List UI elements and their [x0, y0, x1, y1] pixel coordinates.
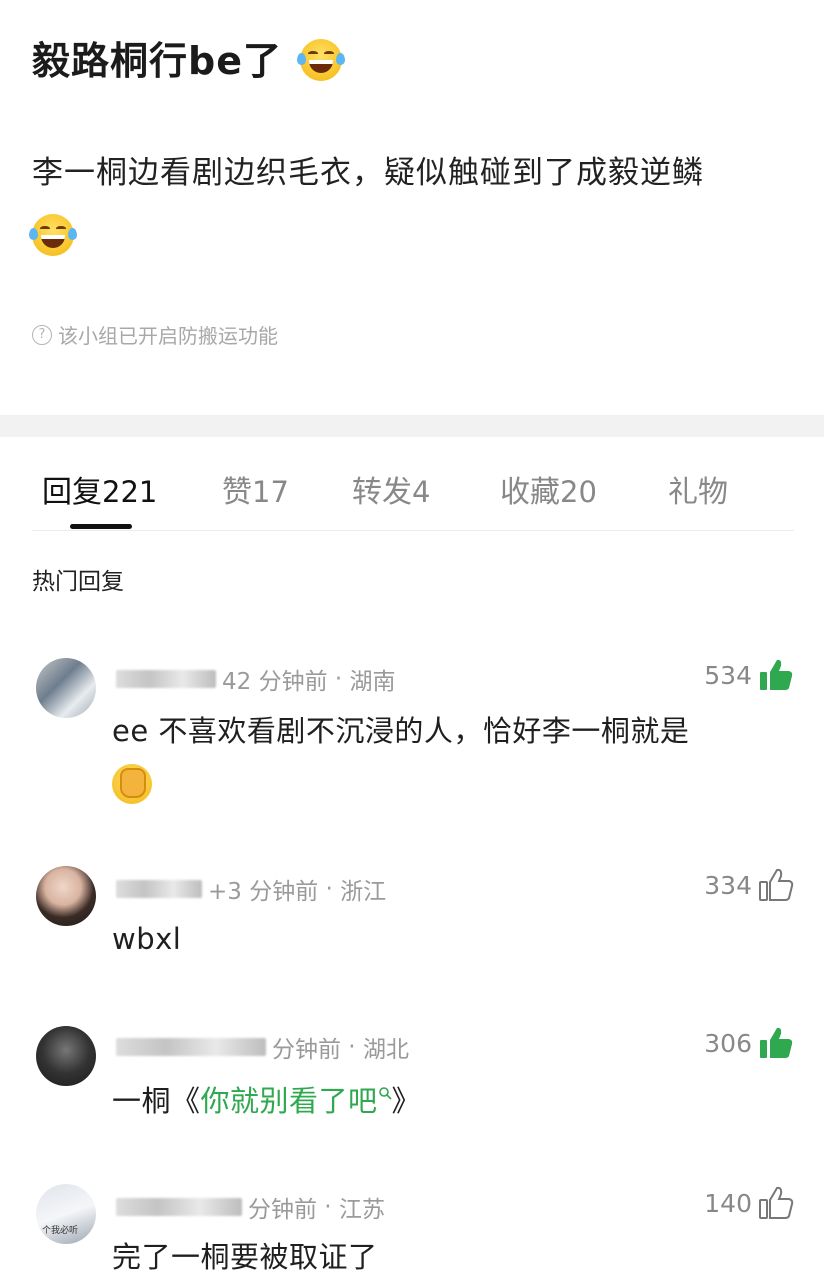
tab-label: 回复 [42, 475, 102, 510]
tab-likes[interactable]: 赞17 [222, 467, 289, 511]
tab-label: 转发 [352, 475, 412, 510]
username-redacted[interactable] [116, 1198, 242, 1216]
post-card: 毅路桐行be了 李一桐边看剧边织毛衣，疑似触碰到了成毅逆鳞 ? 该小组已开启防搬… [0, 0, 824, 415]
active-tab-indicator [70, 524, 132, 529]
meta-separator: · [318, 876, 341, 902]
tab-favorites[interactable]: 收藏20 [500, 467, 597, 511]
post-title-text: 毅路桐行be了 [32, 39, 282, 83]
tears-of-joy-emoji-icon [29, 213, 77, 256]
tab-gifts[interactable]: 礼物 [668, 467, 728, 511]
like-count: 334 [704, 870, 752, 900]
avatar-caption: 个我必听 [42, 1226, 79, 1236]
thumbs-up-outline-icon[interactable] [758, 1186, 794, 1220]
tab-count: 221 [102, 475, 158, 509]
comment-text-prefix: 一桐《 [112, 1084, 201, 1118]
post-title: 毅路桐行be了 [32, 30, 346, 85]
avatar[interactable] [36, 658, 96, 718]
section-divider [0, 415, 824, 437]
comment-meta: +3 分钟前 · 浙江 [116, 872, 386, 906]
tab-count: 20 [560, 475, 597, 509]
question-circle-icon: ? [32, 324, 52, 345]
notice-text: 该小组已开启防搬运功能 [58, 324, 278, 348]
interaction-tabs: 回复221 赞17 转发4 收藏20 礼物 [0, 437, 824, 532]
comment-text: ee 不喜欢看剧不沉浸的人，恰好李一桐就是 [112, 708, 689, 804]
like-control[interactable]: 334 [704, 868, 794, 902]
meta-separator: · [327, 666, 350, 692]
search-icon[interactable] [378, 1086, 392, 1100]
comment-meta: 分钟前 · 江苏 [116, 1190, 385, 1224]
comment-location: 江苏 [338, 1197, 385, 1223]
thumbs-up-filled-icon[interactable] [758, 658, 794, 692]
post-body-text: 李一桐边看剧边织毛衣，疑似触碰到了成毅逆鳞 [32, 155, 704, 191]
hot-replies-heading: 热门回复 [32, 569, 124, 595]
meta-separator: · [317, 1194, 339, 1220]
thumbs-up-outline-icon[interactable] [758, 868, 794, 902]
username-redacted[interactable] [116, 1038, 266, 1056]
tab-replies[interactable]: 回复221 [42, 467, 157, 511]
comment-meta: 42 分钟前 · 湖南 [116, 662, 396, 696]
like-count: 140 [704, 1188, 752, 1218]
comment-time: 42 分钟前 [222, 669, 328, 695]
like-control[interactable]: 140 [704, 1186, 794, 1220]
comment-text: wbxl [112, 922, 182, 956]
meta-separator: · [341, 1034, 363, 1060]
username-redacted[interactable] [116, 670, 216, 688]
comment-text: 一桐《你就别看了吧》 [112, 1078, 421, 1120]
avatar[interactable] [36, 866, 96, 926]
username-redacted[interactable] [116, 880, 202, 898]
comment-text: 完了一桐要被取证了 [112, 1240, 378, 1274]
comment-text-suffix: 》 [391, 1084, 422, 1118]
comment-location: 湖北 [362, 1037, 409, 1063]
tab-count: 17 [252, 475, 289, 509]
like-control[interactable]: 306 [704, 1026, 794, 1060]
comment-location: 浙江 [340, 879, 387, 905]
tab-reposts[interactable]: 转发4 [352, 467, 430, 511]
tab-count: 4 [412, 475, 431, 509]
comment-time: +3 分钟前 [208, 879, 319, 905]
tab-label: 礼物 [668, 475, 728, 510]
post-body: 李一桐边看剧边织毛衣，疑似触碰到了成毅逆鳞 [29, 142, 802, 266]
anti-repost-notice: ? 该小组已开启防搬运功能 [32, 320, 278, 349]
tears-of-joy-emoji-icon [297, 38, 346, 81]
thumbs-up-filled-icon[interactable] [758, 1026, 794, 1060]
tabs-divider [32, 530, 794, 531]
like-count: 306 [704, 1028, 752, 1058]
comment-time: 分钟前 [272, 1037, 341, 1063]
comment-location: 湖南 [349, 669, 396, 695]
tab-label: 收藏 [500, 475, 560, 510]
comment-text-content: ee 不喜欢看剧不沉浸的人，恰好李一桐就是 [112, 714, 690, 748]
comment-meta: 分钟前 · 湖北 [116, 1030, 409, 1064]
tab-label: 赞 [222, 475, 252, 510]
avatar[interactable]: 个我必听 [36, 1184, 96, 1244]
like-count: 534 [704, 660, 752, 690]
avatar[interactable] [36, 1026, 96, 1086]
like-control[interactable]: 534 [704, 658, 794, 692]
facepalm-emoji-icon [112, 764, 152, 804]
search-topic-link[interactable]: 你就别看了吧 [201, 1084, 378, 1118]
comment-time: 分钟前 [248, 1197, 317, 1223]
